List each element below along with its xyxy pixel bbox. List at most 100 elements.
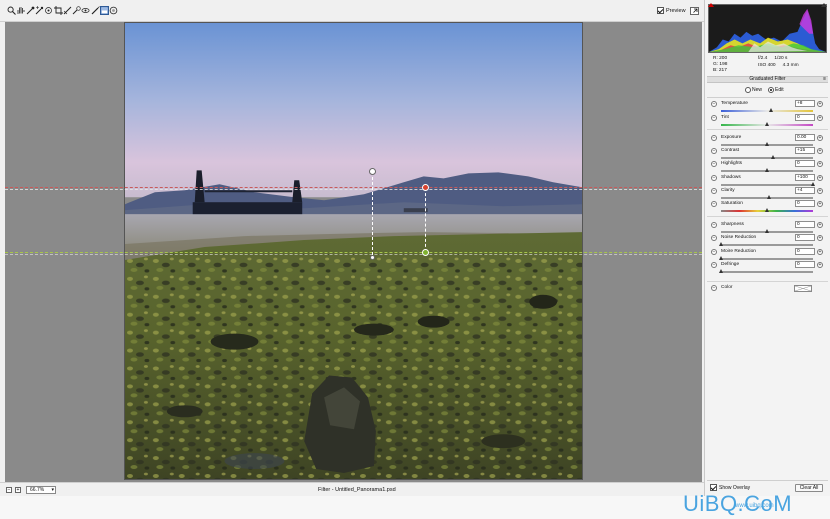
- contrast-thumb[interactable]: [771, 155, 776, 159]
- color-sampler-tool[interactable]: [35, 6, 44, 15]
- filter-start-pin[interactable]: [422, 184, 429, 191]
- mode-selector: New Edit: [745, 87, 784, 93]
- noise-reduction-value-field[interactable]: 0: [795, 234, 815, 241]
- noise-reduction-thumb[interactable]: [719, 242, 723, 246]
- temperature-thumb[interactable]: [768, 108, 773, 112]
- zoom-tool[interactable]: [7, 6, 16, 15]
- noise-reduction-plus-button[interactable]: +: [817, 235, 823, 241]
- saturation-minus-button[interactable]: −: [711, 201, 717, 207]
- panel-menu-icon[interactable]: ≡: [823, 77, 826, 82]
- exposure-minus-button[interactable]: −: [711, 135, 717, 141]
- contrast-track[interactable]: [721, 157, 813, 159]
- sharpness-plus-button[interactable]: +: [817, 222, 823, 228]
- defringe-thumb[interactable]: [719, 269, 723, 273]
- tint-plus-button[interactable]: +: [817, 115, 823, 121]
- saturation-plus-button[interactable]: +: [817, 201, 823, 207]
- crop-tool[interactable]: [53, 6, 63, 15]
- defringe-track[interactable]: [721, 271, 813, 273]
- graduated-filter-tool[interactable]: [100, 6, 109, 15]
- temperature-plus-button[interactable]: +: [817, 101, 823, 107]
- mode-new-radio[interactable]: [745, 87, 751, 93]
- contrast-plus-button[interactable]: +: [817, 148, 823, 154]
- exposure-value-field[interactable]: 0.00: [795, 134, 815, 141]
- saturation-label: Saturation: [721, 201, 743, 206]
- saturation-value-field[interactable]: 0: [795, 200, 815, 207]
- highlights-value-field[interactable]: 0: [795, 160, 815, 167]
- clarity-plus-button[interactable]: +: [817, 188, 823, 194]
- spot-removal-tool[interactable]: [72, 6, 81, 15]
- shadows-minus-button[interactable]: −: [711, 175, 717, 181]
- show-overlay-toggle[interactable]: Show Overlay: [710, 484, 750, 491]
- sharpness-thumb[interactable]: [765, 229, 769, 233]
- targeted-adjustment-tool[interactable]: [44, 6, 53, 15]
- mode-new[interactable]: New: [745, 87, 762, 93]
- straighten-tool[interactable]: [63, 6, 72, 15]
- moire-reduction-thumb[interactable]: [719, 256, 723, 260]
- sharpness-value-field[interactable]: 0: [795, 221, 815, 228]
- panel-title: Graduated Filter: [749, 76, 786, 82]
- photo-preview[interactable]: [124, 22, 583, 480]
- histogram: [708, 4, 827, 53]
- sharpness-minus-button[interactable]: −: [711, 222, 717, 228]
- highlights-plus-button[interactable]: +: [817, 161, 823, 167]
- defringe-minus-button[interactable]: −: [711, 262, 717, 268]
- shadows-thumb[interactable]: [811, 182, 815, 186]
- moire-reduction-track[interactable]: [721, 258, 813, 260]
- exposure-plus-button[interactable]: +: [817, 135, 823, 141]
- show-overlay-checkbox[interactable]: [710, 484, 717, 491]
- eye-icon: [81, 8, 90, 13]
- contrast-value-field[interactable]: +15: [795, 147, 815, 154]
- preview-toggle[interactable]: Preview: [657, 7, 686, 14]
- fullscreen-button[interactable]: [690, 7, 699, 15]
- mode-edit-radio[interactable]: [768, 87, 775, 93]
- filter-start-guide[interactable]: [5, 187, 702, 188]
- tint-thumb[interactable]: [765, 122, 769, 126]
- zoom-level-select[interactable]: 66.7%: [26, 486, 56, 494]
- moire-reduction-plus-button[interactable]: +: [817, 249, 823, 255]
- moire-reduction-value-field[interactable]: 0: [795, 248, 815, 255]
- red-eye-tool[interactable]: [81, 6, 90, 15]
- zoom-out-button[interactable]: −: [6, 487, 12, 493]
- shadows-track[interactable]: [721, 184, 813, 186]
- moire-reduction-minus-button[interactable]: −: [711, 249, 717, 255]
- radial-filter-tool[interactable]: [109, 6, 118, 15]
- shadow-clipping-icon[interactable]: [708, 3, 714, 7]
- preview-checkbox[interactable]: [657, 7, 664, 14]
- tint-value-field[interactable]: 0: [795, 114, 815, 121]
- saturation-thumb[interactable]: [765, 208, 769, 212]
- mode-edit[interactable]: Edit: [768, 87, 784, 93]
- color-minus-button[interactable]: −: [711, 285, 717, 291]
- temperature-minus-button[interactable]: −: [711, 101, 717, 107]
- clarity-value-field[interactable]: +4: [795, 187, 815, 194]
- filter-end-guide[interactable]: [5, 252, 702, 253]
- eyedropper-plus-icon: [35, 6, 44, 15]
- hand-tool[interactable]: [16, 6, 25, 15]
- eyedropper-icon: [26, 6, 34, 15]
- target-icon: [45, 7, 53, 14]
- noise-reduction-minus-button[interactable]: −: [711, 235, 717, 241]
- clear-all-button[interactable]: Clear All: [795, 484, 823, 492]
- zoom-in-button[interactable]: +: [15, 487, 21, 493]
- white-balance-tool[interactable]: [26, 6, 35, 15]
- defringe-value-field[interactable]: 0: [795, 261, 815, 268]
- shadows-value-field[interactable]: +100: [795, 174, 815, 181]
- highlights-minus-button[interactable]: −: [711, 161, 717, 167]
- shadows-plus-button[interactable]: +: [817, 175, 823, 181]
- image-canvas[interactable]: [5, 22, 702, 482]
- highlight-clipping-icon[interactable]: [821, 3, 827, 7]
- color-swatch[interactable]: [794, 285, 812, 292]
- defringe-plus-button[interactable]: +: [817, 262, 823, 268]
- center-handle[interactable]: [370, 255, 375, 260]
- adjustment-brush-tool[interactable]: [91, 6, 100, 15]
- tint-minus-button[interactable]: −: [711, 115, 717, 121]
- temperature-track[interactable]: [721, 110, 813, 112]
- filter-end-pin[interactable]: [422, 249, 429, 256]
- clarity-minus-button[interactable]: −: [711, 188, 717, 194]
- temperature-value-field[interactable]: +8: [795, 100, 815, 107]
- contrast-minus-button[interactable]: −: [711, 148, 717, 154]
- exposure-thumb[interactable]: [765, 142, 769, 146]
- clarity-thumb[interactable]: [766, 195, 771, 199]
- rotation-handle[interactable]: [369, 168, 376, 175]
- highlights-thumb[interactable]: [765, 168, 769, 172]
- noise-reduction-track[interactable]: [721, 244, 813, 246]
